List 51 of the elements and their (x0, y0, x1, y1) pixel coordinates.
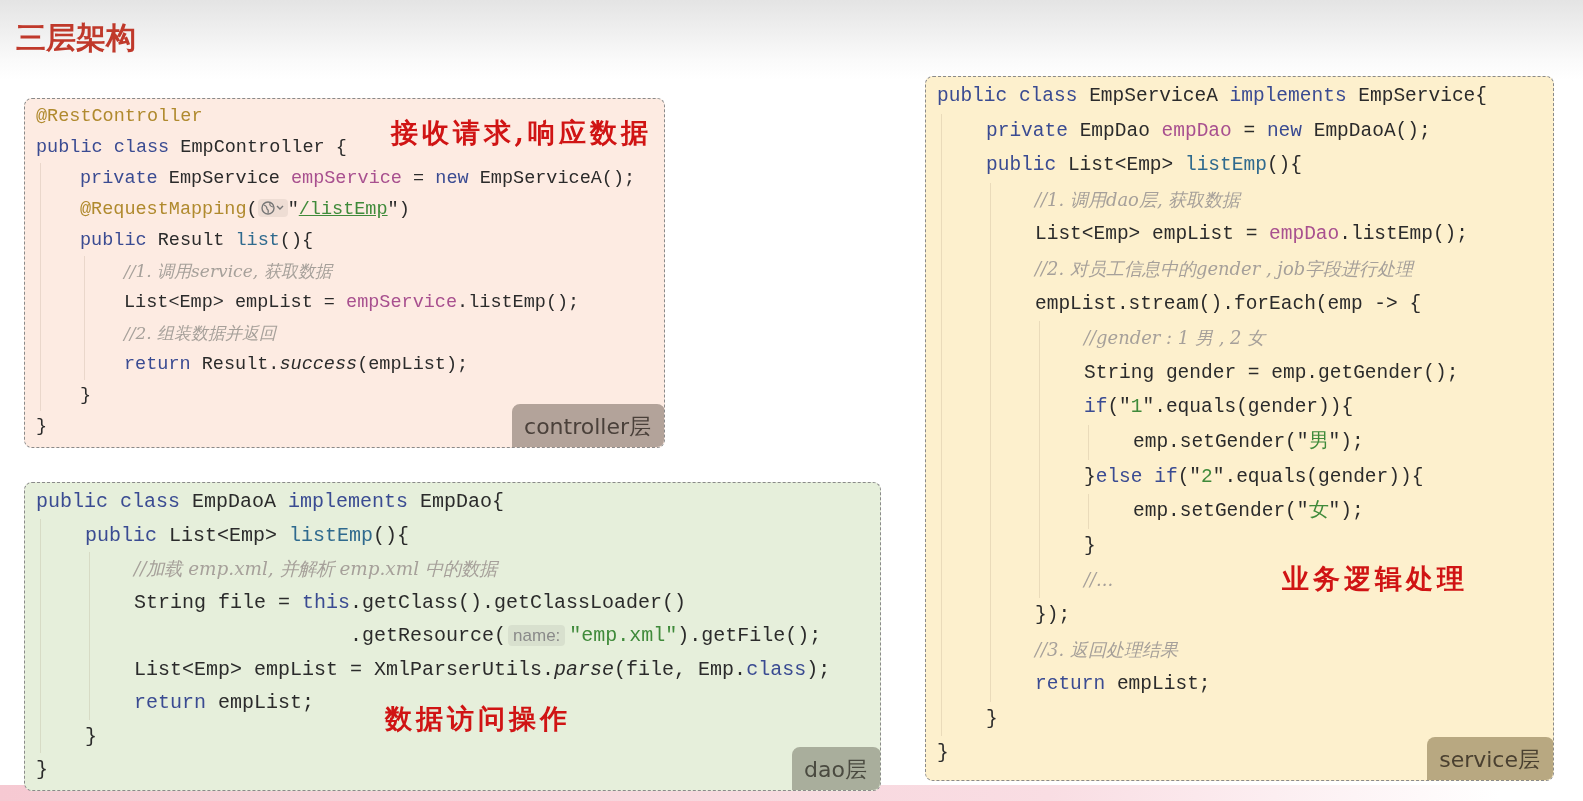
code-line: public class EmpDaoA implements EmpDao{ (36, 489, 505, 515)
code-line: //1. 调用service, 获取数据 (124, 260, 332, 283)
code-line: } (937, 741, 949, 767)
code-line: } (80, 384, 92, 408)
slide-title: 三层架构 (15, 19, 136, 57)
code-line: empList.stream().forEach(emp -> { (1035, 291, 1422, 317)
code-line: emp.setGender("男"); (1133, 429, 1364, 455)
handwritten-note: 数据访问操作 (385, 702, 571, 736)
code-line: emp.setGender("女"); (1133, 499, 1364, 525)
code-line: } (85, 723, 97, 750)
code-line: public class EmpController { (36, 136, 347, 160)
code-line: return empList; (134, 690, 315, 716)
handwritten-note: 接收请求,响应数据 (390, 116, 652, 150)
code-line: String file = this.getClass().getClassLoader() (134, 589, 687, 616)
code-line: List<Emp> empList = empDao.listEmp(); (1035, 222, 1468, 248)
code-line: return empList; (1035, 672, 1211, 698)
globe-icon[interactable] (257, 199, 288, 217)
code-line: }); (1035, 602, 1071, 628)
code-line: //3. 返回处理结果 (1035, 637, 1178, 662)
code-line: } (36, 415, 48, 439)
code-line: //2. 对员工信息中的gender , job字段进行处理 (1035, 256, 1414, 281)
handwritten-note: 业务逻辑处理 (1282, 562, 1468, 596)
code-line: private EmpService empService = new EmpServiceA(); (80, 167, 636, 191)
code-text: "emp.xml").getFile(); (569, 624, 822, 647)
code-line: } (36, 757, 48, 783)
code-line: List<Emp> empList = XmlParserUtils.parse(file, Emp.class); (134, 656, 831, 683)
code-line: //1. 调用dao层, 获取数据 (1035, 187, 1241, 212)
code-text: .getResource( (349, 624, 507, 647)
layer-label: dao层 (792, 747, 880, 790)
code-line: @RestController (36, 105, 203, 129)
code-text: "/listEmp") (287, 199, 410, 220)
code-line: private EmpDao empDao = new EmpDaoA(); (986, 118, 1431, 144)
inlay-hint: name: (508, 625, 566, 646)
layer-label: controller层 (512, 404, 664, 447)
code-line: List<Emp> empList = empService.listEmp(); (124, 291, 580, 315)
code-line: }else if("2".equals(gender)){ (1084, 464, 1424, 490)
layer-label: service层 (1427, 737, 1553, 780)
code-line: public List<Emp> listEmp(){ (986, 153, 1302, 179)
code-line: //gender : 1 男 , 2 女 (1084, 326, 1266, 351)
code-line: public List<Emp> listEmp(){ (85, 522, 410, 549)
code-line: if("1".equals(gender)){ (1084, 395, 1354, 421)
code-line: return Result.success(empList); (124, 353, 469, 377)
code-line: String gender = emp.getGender(); (1084, 360, 1459, 386)
code-line: public Result list(){ (80, 229, 314, 253)
code-line: //加载 emp.xml, 并解析 emp.xml 中的数据 (134, 557, 497, 581)
code-line: } (1084, 533, 1096, 559)
code-line: } (986, 706, 998, 732)
code-text: @RequestMapping( (80, 199, 258, 220)
code-line: public class EmpServiceA implements EmpService{ (937, 84, 1488, 109)
code-line: //... (1084, 568, 1114, 593)
code-line: //2. 组装数据并返回 (124, 322, 277, 345)
